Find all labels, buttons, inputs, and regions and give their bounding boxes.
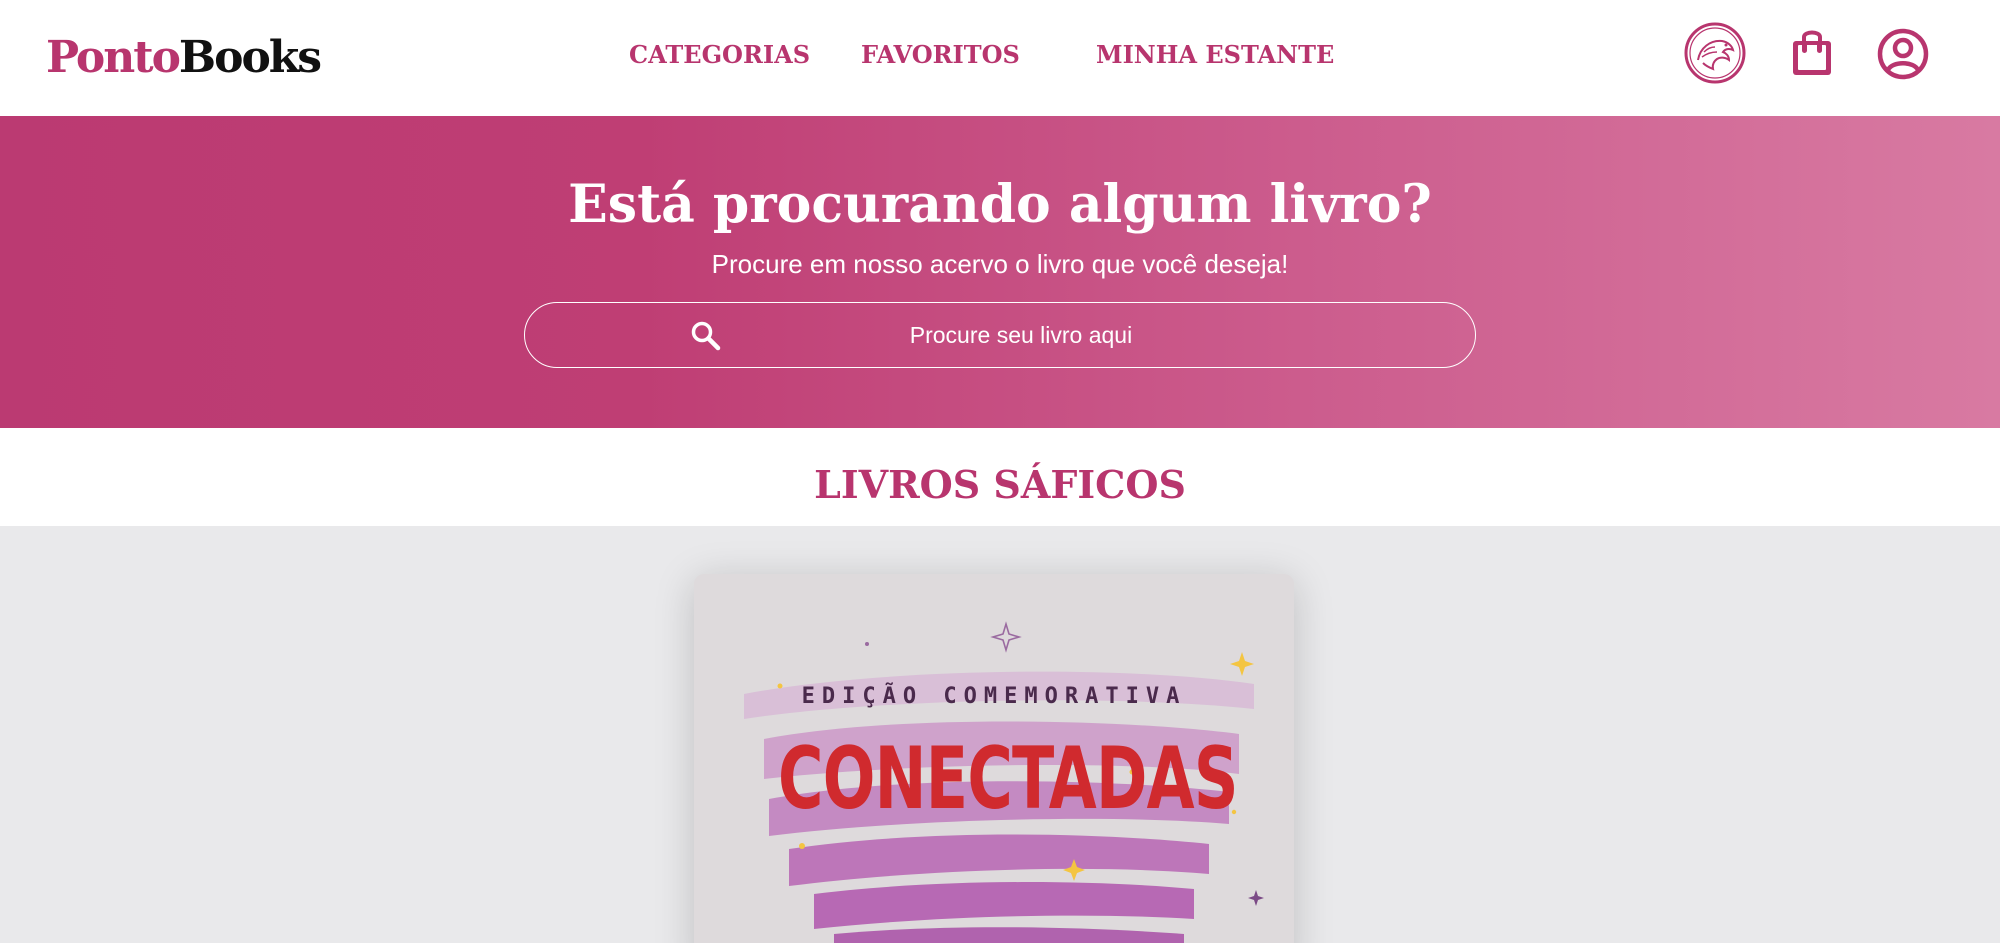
- top-navbar: PontoBooks CATEGORIAS FAVORITOS MINHA ES…: [0, 0, 2000, 116]
- nav-favorites-link[interactable]: FAVORITOS: [861, 38, 1020, 72]
- hero-title: Está procurando algum livro?: [568, 174, 1432, 235]
- search-hero-banner: Está procurando algum livro? Procure em …: [0, 116, 2000, 428]
- section-title: LIVROS SÁFICOS: [814, 462, 1186, 507]
- search-input[interactable]: Procure seu livro aqui: [524, 302, 1476, 368]
- book-card[interactable]: EDIÇÃO COMEMORATIVA CONECTADAS: [694, 574, 1294, 943]
- book-gallery: EDIÇÃO COMEMORATIVA CONECTADAS: [0, 526, 2000, 943]
- book-edition-label: EDIÇÃO COMEMORATIVA: [801, 684, 1187, 709]
- user-account-icon[interactable]: [1877, 28, 1929, 84]
- site-logo[interactable]: PontoBooks: [46, 28, 322, 88]
- search-placeholder: Procure seu livro aqui: [909, 322, 1133, 348]
- book-title: CONECTADAS: [778, 729, 1238, 829]
- shopping-bag-icon[interactable]: [1790, 26, 1834, 82]
- nav-my-shelf-link[interactable]: MINHA ESTANTE: [1096, 38, 1334, 72]
- hero-subtitle: Procure em nosso acervo o livro que você…: [711, 249, 1289, 279]
- nav-categories-link[interactable]: CATEGORIAS: [629, 38, 810, 72]
- logo-part-ponto: Ponto: [46, 32, 181, 83]
- dragon-emblem-icon[interactable]: [1684, 22, 1746, 88]
- logo-part-books: Books: [178, 32, 322, 83]
- section-header: LIVROS SÁFICOS: [0, 428, 2000, 526]
